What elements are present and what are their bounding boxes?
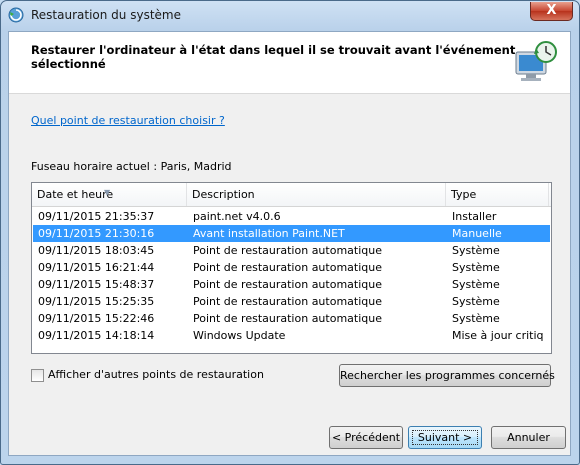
- restore-point-type: Installer: [452, 210, 497, 223]
- column-header-type[interactable]: Type: [446, 183, 549, 206]
- restore-point-row[interactable]: 09/11/2015 15:22:46 Point de restauration…: [33, 310, 550, 327]
- restore-computer-icon: [515, 41, 557, 81]
- restore-point-help-link[interactable]: Quel point de restauration choisir ?: [31, 114, 225, 127]
- system-restore-icon: [8, 7, 24, 23]
- timezone-label: Fuseau horaire actuel : Paris, Madrid: [31, 160, 232, 173]
- restore-point-date: 09/11/2015 15:48:37: [38, 278, 155, 291]
- restore-point-date: 09/11/2015 14:18:14: [38, 329, 155, 342]
- restore-point-date: 09/11/2015 21:35:37: [38, 210, 155, 223]
- close-button[interactable]: X: [530, 2, 573, 21]
- restore-point-type: Système: [452, 312, 500, 325]
- restore-point-type: Système: [452, 278, 500, 291]
- restore-point-row[interactable]: 09/11/2015 15:48:37 Point de restauration…: [33, 276, 550, 293]
- dialog-client-area: Restaurer l'ordinateur à l'état dans leq…: [8, 31, 571, 456]
- column-header-date-label: Date et heure: [37, 188, 114, 201]
- restore-point-description: Point de restauration automatique: [193, 312, 382, 325]
- restore-point-type: Système: [452, 295, 500, 308]
- restore-point-row[interactable]: 09/11/2015 21:30:16 Avant installation Pa…: [33, 225, 550, 242]
- restore-point-row[interactable]: 09/11/2015 14:18:14 Windows Update Mise à …: [33, 327, 550, 344]
- restore-point-date: 09/11/2015 18:03:45: [38, 244, 155, 257]
- restore-point-row[interactable]: 09/11/2015 15:25:35 Point de restauration…: [33, 293, 550, 310]
- column-header-type-label: Type: [451, 188, 477, 201]
- back-button[interactable]: < Précédent: [329, 426, 403, 449]
- close-icon: X: [546, 3, 557, 18]
- column-header-description-label: Description: [192, 188, 255, 201]
- system-restore-window: Restauration du système X Restaurer l'or…: [0, 0, 580, 465]
- restore-point-type: Système: [452, 261, 500, 274]
- window-title: Restauration du système: [31, 8, 181, 22]
- wizard-header: Restaurer l'ordinateur à l'état dans leq…: [9, 32, 570, 94]
- restore-point-description: Windows Update: [193, 329, 286, 342]
- restore-point-row[interactable]: 09/11/2015 18:03:45 Point de restauration…: [33, 242, 550, 259]
- restore-point-description: Point de restauration automatique: [193, 295, 382, 308]
- sort-arrow-icon: ▼: [104, 188, 111, 197]
- show-more-points-checkbox[interactable]: [31, 369, 44, 382]
- column-header-date[interactable]: ▼ Date et heure: [32, 183, 187, 206]
- restore-point-description: Avant installation Paint.NET: [193, 227, 345, 240]
- scan-affected-programs-button[interactable]: Rechercher les programmes concernés: [339, 364, 555, 387]
- restore-point-description: Point de restauration automatique: [193, 244, 382, 257]
- restore-points-list[interactable]: ▼ Date et heure Description Type 09/11/2…: [31, 182, 552, 354]
- next-button[interactable]: Suivant >: [408, 426, 482, 449]
- show-more-points-label[interactable]: Afficher d'autres points de restauration: [48, 368, 264, 381]
- restore-point-row[interactable]: 09/11/2015 16:21:44 Point de restauration…: [33, 259, 550, 276]
- restore-point-description: Point de restauration automatique: [193, 278, 382, 291]
- restore-point-description: paint.net v4.0.6: [193, 210, 281, 223]
- restore-point-date: 09/11/2015 15:25:35: [38, 295, 155, 308]
- restore-point-type: Manuelle: [452, 227, 502, 240]
- restore-point-date: 09/11/2015 16:21:44: [38, 261, 155, 274]
- cancel-button[interactable]: Annuler: [491, 426, 566, 449]
- title-bar[interactable]: Restauration du système X: [1, 1, 579, 31]
- restore-point-date: 09/11/2015 21:30:16: [38, 227, 155, 240]
- restore-point-date: 09/11/2015 15:22:46: [38, 312, 155, 325]
- page-title: Restaurer l'ordinateur à l'état dans leq…: [31, 43, 516, 71]
- restore-point-type: Système: [452, 244, 500, 257]
- column-header-description[interactable]: Description: [187, 183, 446, 206]
- restore-point-row[interactable]: 09/11/2015 21:35:37 paint.net v4.0.6 Insta…: [33, 208, 550, 225]
- restore-point-type: Mise à jour critiq...: [452, 329, 544, 342]
- list-header: ▼ Date et heure Description Type: [32, 183, 551, 207]
- restore-point-description: Point de restauration automatique: [193, 261, 382, 274]
